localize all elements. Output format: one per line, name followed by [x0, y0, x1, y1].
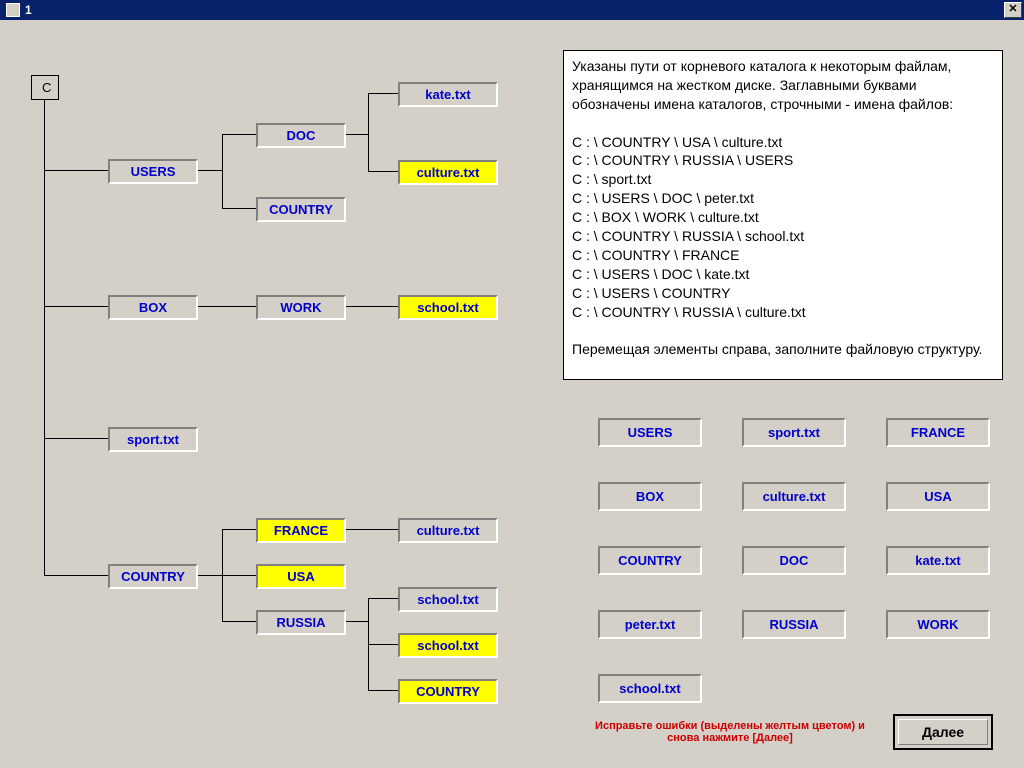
palette-item[interactable]: RUSSIA — [742, 610, 846, 639]
palette-item[interactable]: kate.txt — [886, 546, 990, 575]
tree-file-culture-2[interactable]: culture.txt — [398, 518, 498, 543]
tree-file-kate[interactable]: kate.txt — [398, 82, 498, 107]
palette-item[interactable]: sport.txt — [742, 418, 846, 447]
instructions-path: C : \ USERS \ COUNTRY — [572, 285, 730, 301]
instructions-path: C : \ BOX \ WORK \ culture.txt — [572, 209, 759, 225]
window-title: 1 — [25, 3, 32, 17]
tree-node-box[interactable]: BOX — [108, 295, 198, 320]
app-icon — [6, 3, 20, 17]
palette-item[interactable]: USA — [886, 482, 990, 511]
instructions-path: C : \ USERS \ DOC \ peter.txt — [572, 190, 754, 206]
error-hint: Исправьте ошибки (выделены желтым цветом… — [580, 720, 880, 744]
instructions-panel: Указаны пути от корневого каталога к нек… — [563, 50, 1003, 380]
instructions-path: C : \ COUNTRY \ RUSSIA \ school.txt — [572, 228, 804, 244]
palette-item[interactable]: BOX — [598, 482, 702, 511]
palette-item[interactable]: FRANCE — [886, 418, 990, 447]
palette-item[interactable]: peter.txt — [598, 610, 702, 639]
instructions-outro: Перемещая элементы справа, заполните фай… — [572, 341, 982, 357]
tree-node-country-2[interactable]: COUNTRY — [108, 564, 198, 589]
instructions-path: C : \ COUNTRY \ USA \ culture.txt — [572, 134, 782, 150]
instructions-intro: Указаны пути от корневого каталога к нек… — [572, 58, 955, 112]
next-button[interactable]: Далее — [893, 714, 993, 750]
palette-item[interactable]: DOC — [742, 546, 846, 575]
tree-root: C — [31, 75, 59, 100]
palette-item[interactable]: school.txt — [598, 674, 702, 703]
tree-node-country-3[interactable]: COUNTRY — [398, 679, 498, 704]
instructions-path: C : \ sport.txt — [572, 171, 651, 187]
tree-node-usa[interactable]: USA — [256, 564, 346, 589]
instructions-path: C : \ USERS \ DOC \ kate.txt — [572, 266, 749, 282]
palette-item[interactable]: WORK — [886, 610, 990, 639]
tree-file-school-1[interactable]: school.txt — [398, 295, 498, 320]
tree-node-russia[interactable]: RUSSIA — [256, 610, 346, 635]
tree-node-country-1[interactable]: COUNTRY — [256, 197, 346, 222]
tree-file-culture-1[interactable]: culture.txt — [398, 160, 498, 185]
palette-item[interactable]: COUNTRY — [598, 546, 702, 575]
instructions-path: C : \ COUNTRY \ RUSSIA \ culture.txt — [572, 304, 806, 320]
instructions-path: C : \ COUNTRY \ FRANCE — [572, 247, 740, 263]
tree-node-doc[interactable]: DOC — [256, 123, 346, 148]
palette-item[interactable]: culture.txt — [742, 482, 846, 511]
client-area: C USERS DOC COUNTRY kate.txt culture.txt… — [0, 20, 1024, 768]
tree-file-sport[interactable]: sport.txt — [108, 427, 198, 452]
tree-file-school-3[interactable]: school.txt — [398, 633, 498, 658]
palette-item[interactable]: USERS — [598, 418, 702, 447]
close-icon[interactable]: ✕ — [1004, 2, 1022, 18]
instructions-path: C : \ COUNTRY \ RUSSIA \ USERS — [572, 152, 793, 168]
tree-node-work[interactable]: WORK — [256, 295, 346, 320]
tree-node-france[interactable]: FRANCE — [256, 518, 346, 543]
tree-file-school-2[interactable]: school.txt — [398, 587, 498, 612]
tree-node-users[interactable]: USERS — [108, 159, 198, 184]
titlebar: 1 ✕ — [0, 0, 1024, 20]
